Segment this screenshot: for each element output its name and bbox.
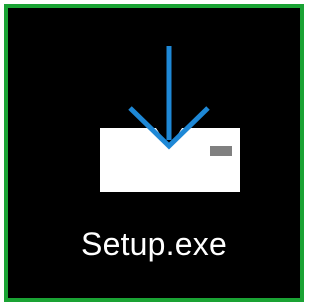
file-tile-setup[interactable]: Setup.exe	[4, 4, 304, 302]
file-name-label: Setup.exe	[81, 226, 227, 262]
install-drive-download-icon	[90, 42, 240, 202]
